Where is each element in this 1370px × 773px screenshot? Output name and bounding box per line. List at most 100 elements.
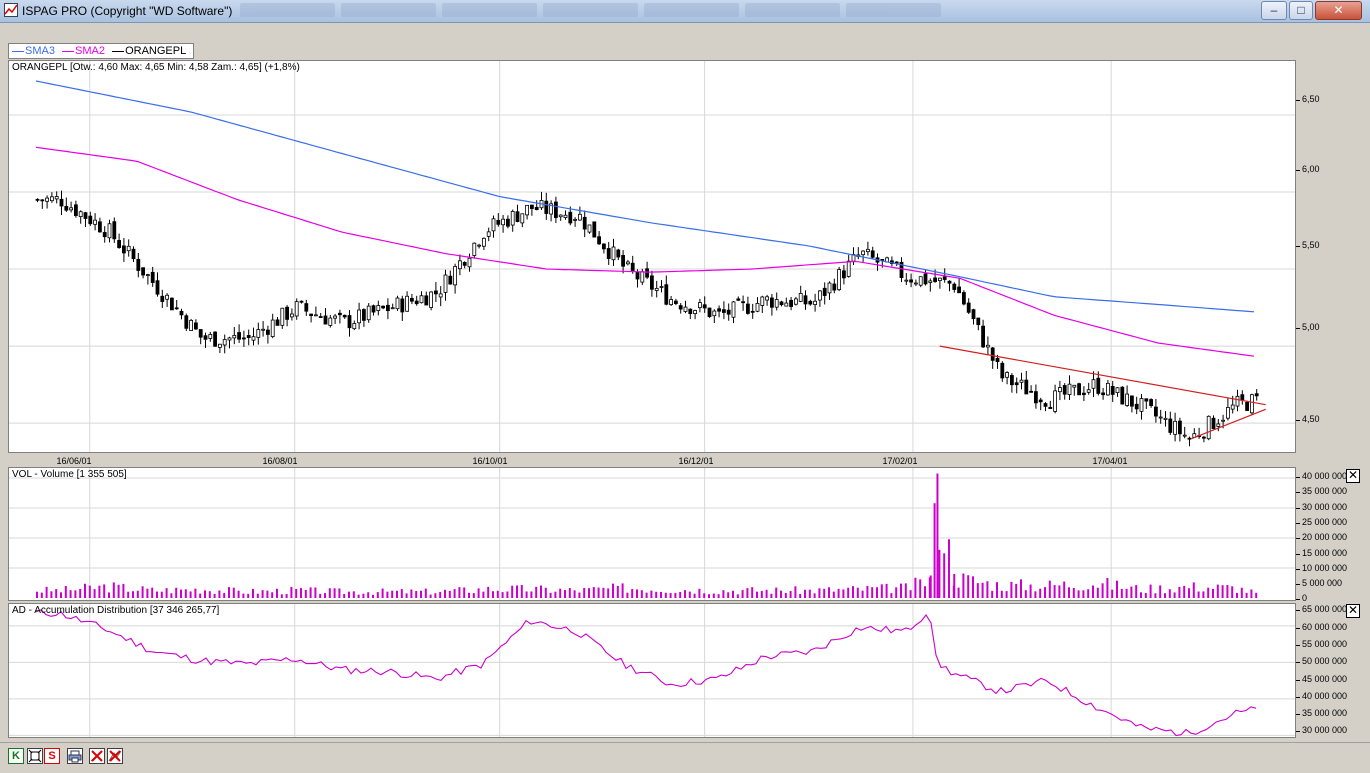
legend-item-instrument[interactable]: ORANGEPL xyxy=(112,45,186,57)
minimize-button[interactable]: – xyxy=(1261,1,1287,20)
candle-body xyxy=(366,305,371,321)
close-button[interactable]: ✕ xyxy=(1315,1,1362,20)
volume-bar xyxy=(189,591,192,598)
volume-bar xyxy=(1053,585,1056,598)
price-panel-label: ORANGEPL [Otw.: 4,60 Max: 4,65 Min: 4,58… xyxy=(12,62,300,73)
volume-bar xyxy=(439,591,442,598)
volume-bar xyxy=(1130,586,1133,598)
volume-bar xyxy=(40,592,43,598)
candle-body xyxy=(376,305,381,311)
candle-body xyxy=(83,212,88,219)
volume-bar xyxy=(501,592,504,598)
candle-body xyxy=(784,302,789,307)
candle-body xyxy=(794,298,798,305)
candle-body xyxy=(309,313,314,316)
candle-body xyxy=(693,310,697,314)
candle-body xyxy=(621,255,625,267)
candle-body xyxy=(635,271,640,280)
price-chart[interactable] xyxy=(9,61,1296,453)
volume-bar xyxy=(223,592,226,598)
candle-body xyxy=(280,307,285,326)
print-button[interactable] xyxy=(67,748,83,764)
candle-body xyxy=(995,357,1000,363)
ad-chart[interactable] xyxy=(9,604,1296,738)
volume-bar xyxy=(645,592,648,598)
candle-body xyxy=(563,214,568,219)
candle-body xyxy=(265,329,270,335)
volume-bar xyxy=(866,585,869,598)
candle-body xyxy=(333,315,338,319)
volume-bar xyxy=(396,590,398,598)
delete-line-icon xyxy=(90,750,103,762)
candle-body xyxy=(765,296,769,301)
volume-bar xyxy=(328,588,331,598)
price-chart-panel[interactable]: ORANGEPL [Otw.: 4,60 Max: 4,65 Min: 4,58… xyxy=(8,60,1296,453)
candle-body xyxy=(717,308,721,312)
volume-bar xyxy=(180,589,182,598)
legend-item-sma2[interactable]: SMA2 xyxy=(62,45,105,57)
volume-bar xyxy=(688,591,691,598)
candle-body xyxy=(285,306,290,320)
volume-bar xyxy=(324,593,326,598)
volume-bar xyxy=(410,589,413,598)
sma-line-sma2 xyxy=(35,146,1255,357)
volume-chart[interactable] xyxy=(9,468,1296,601)
s-button[interactable]: S xyxy=(44,748,60,764)
candle-body xyxy=(64,205,69,211)
candle-body xyxy=(1216,423,1221,427)
volume-bar xyxy=(472,593,475,598)
candle-body xyxy=(1115,387,1120,393)
volume-bar xyxy=(1216,584,1219,598)
volume-bar xyxy=(1149,584,1152,598)
candle-body xyxy=(750,310,755,313)
fit-screen-button[interactable] xyxy=(27,748,43,764)
candle-body xyxy=(443,274,448,293)
legend-item-sma3[interactable]: SMA3 xyxy=(12,45,55,57)
candle-body xyxy=(1206,415,1211,440)
ad-panel[interactable]: AD - Accumulation Distribution [37 346 2… xyxy=(8,603,1296,738)
candle-body xyxy=(573,218,577,221)
ad-y-axis: 65 000 000 60 000 000 55 000 000 50 000 … xyxy=(1296,604,1348,735)
candle-body xyxy=(654,287,659,291)
candle-body xyxy=(1163,417,1168,420)
volume-bar xyxy=(136,590,139,598)
candle-body xyxy=(78,211,83,217)
volume-bar xyxy=(400,589,403,598)
candle-body xyxy=(390,307,395,310)
volume-panel[interactable]: VOL - Volume [1 355 505] xyxy=(8,467,1296,601)
delete-all-lines-button[interactable] xyxy=(107,748,123,764)
candle-body xyxy=(909,279,913,283)
k-button[interactable]: K xyxy=(8,748,24,764)
candle-body xyxy=(1226,407,1230,419)
candle-body xyxy=(832,283,837,291)
volume-bar xyxy=(621,583,624,598)
candle-body xyxy=(385,304,390,312)
volume-bar xyxy=(1020,579,1022,598)
volume-bar xyxy=(1120,588,1123,598)
volume-bar xyxy=(900,583,902,598)
delete-line-button[interactable] xyxy=(89,748,105,764)
volume-bar xyxy=(314,587,317,598)
candle-body xyxy=(813,300,817,305)
candle-body xyxy=(933,277,937,283)
volume-bar xyxy=(655,591,658,598)
maximize-button[interactable]: □ xyxy=(1289,1,1313,20)
candle-body xyxy=(409,297,414,302)
candle-body xyxy=(165,294,170,300)
volume-bar xyxy=(602,587,605,598)
volume-bar xyxy=(741,590,744,598)
candle-body xyxy=(1245,401,1249,411)
candle-body xyxy=(213,331,218,347)
volume-bar xyxy=(1005,591,1008,598)
candle-body xyxy=(467,257,472,268)
candle-body xyxy=(1082,392,1086,396)
volume-bar xyxy=(669,593,672,598)
volume-bar xyxy=(151,587,154,598)
series-legend: SMA3 SMA2 ORANGEPL xyxy=(8,43,195,59)
candle-body xyxy=(1062,385,1067,395)
candle-body xyxy=(923,273,928,285)
volume-bar xyxy=(765,589,768,598)
volume-bar xyxy=(1125,588,1128,598)
volume-bar xyxy=(780,590,782,598)
candle-body xyxy=(520,213,525,224)
